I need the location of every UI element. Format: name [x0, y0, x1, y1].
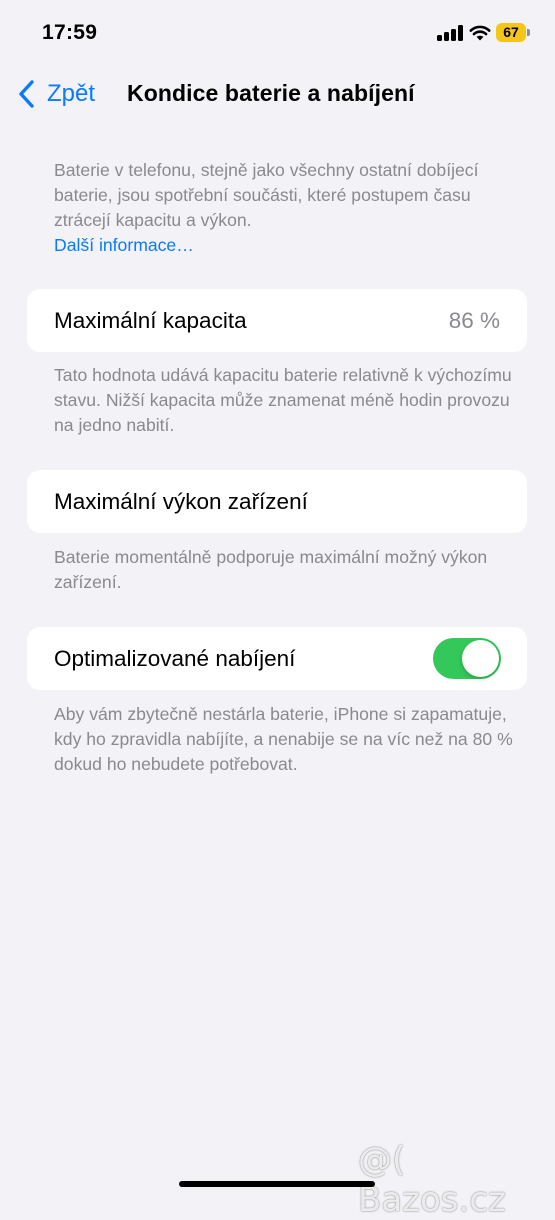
max-capacity-value: 86 % [448, 308, 500, 333]
intro-text-block: Baterie v telefonu, stejně jako všechny … [54, 158, 524, 258]
optimized-charging-row: Optimalizované nabíjení [27, 627, 527, 690]
max-capacity-row: Maximální kapacita 86 % [27, 289, 527, 352]
page-title: Kondice baterie a nabíjení [127, 80, 415, 106]
optimized-charging-toggle[interactable] [433, 638, 501, 679]
peak-performance-footer: Baterie momentálně podporuje maximální m… [54, 547, 488, 592]
status-bar: 17:59 67 [0, 0, 555, 60]
optimized-charging-footer: Aby vám zbytečně nestárla baterie, iPhon… [54, 704, 513, 774]
chevron-left-icon [19, 80, 34, 108]
intro-text: Baterie v telefonu, stejně jako všechny … [54, 160, 479, 230]
home-indicator[interactable] [179, 1181, 375, 1187]
battery-icon: 67 [496, 23, 530, 42]
bazos-watermark: @( Bazos.cz [358, 1140, 506, 1220]
max-capacity-label: Maximální kapacita [54, 308, 247, 333]
status-time: 17:59 [42, 21, 98, 44]
toggle-knob [462, 640, 499, 677]
peak-performance-row: Maximální výkon zařízení [27, 470, 527, 533]
more-info-link[interactable]: Další informace… [54, 235, 194, 255]
wifi-icon [469, 25, 491, 41]
peak-performance-label: Maximální výkon zařízení [54, 489, 308, 514]
max-capacity-footer: Tato hodnota udává kapacitu baterie rela… [54, 365, 512, 435]
back-label: Zpět [47, 80, 96, 107]
navigation-bar: Zpět Kondice baterie a nabíjení [0, 70, 555, 118]
optimized-charging-label: Optimalizované nabíjení [54, 646, 296, 671]
signal-icon [437, 25, 463, 41]
back-button[interactable]: Zpět [16, 78, 95, 110]
battery-level: 67 [496, 23, 526, 42]
